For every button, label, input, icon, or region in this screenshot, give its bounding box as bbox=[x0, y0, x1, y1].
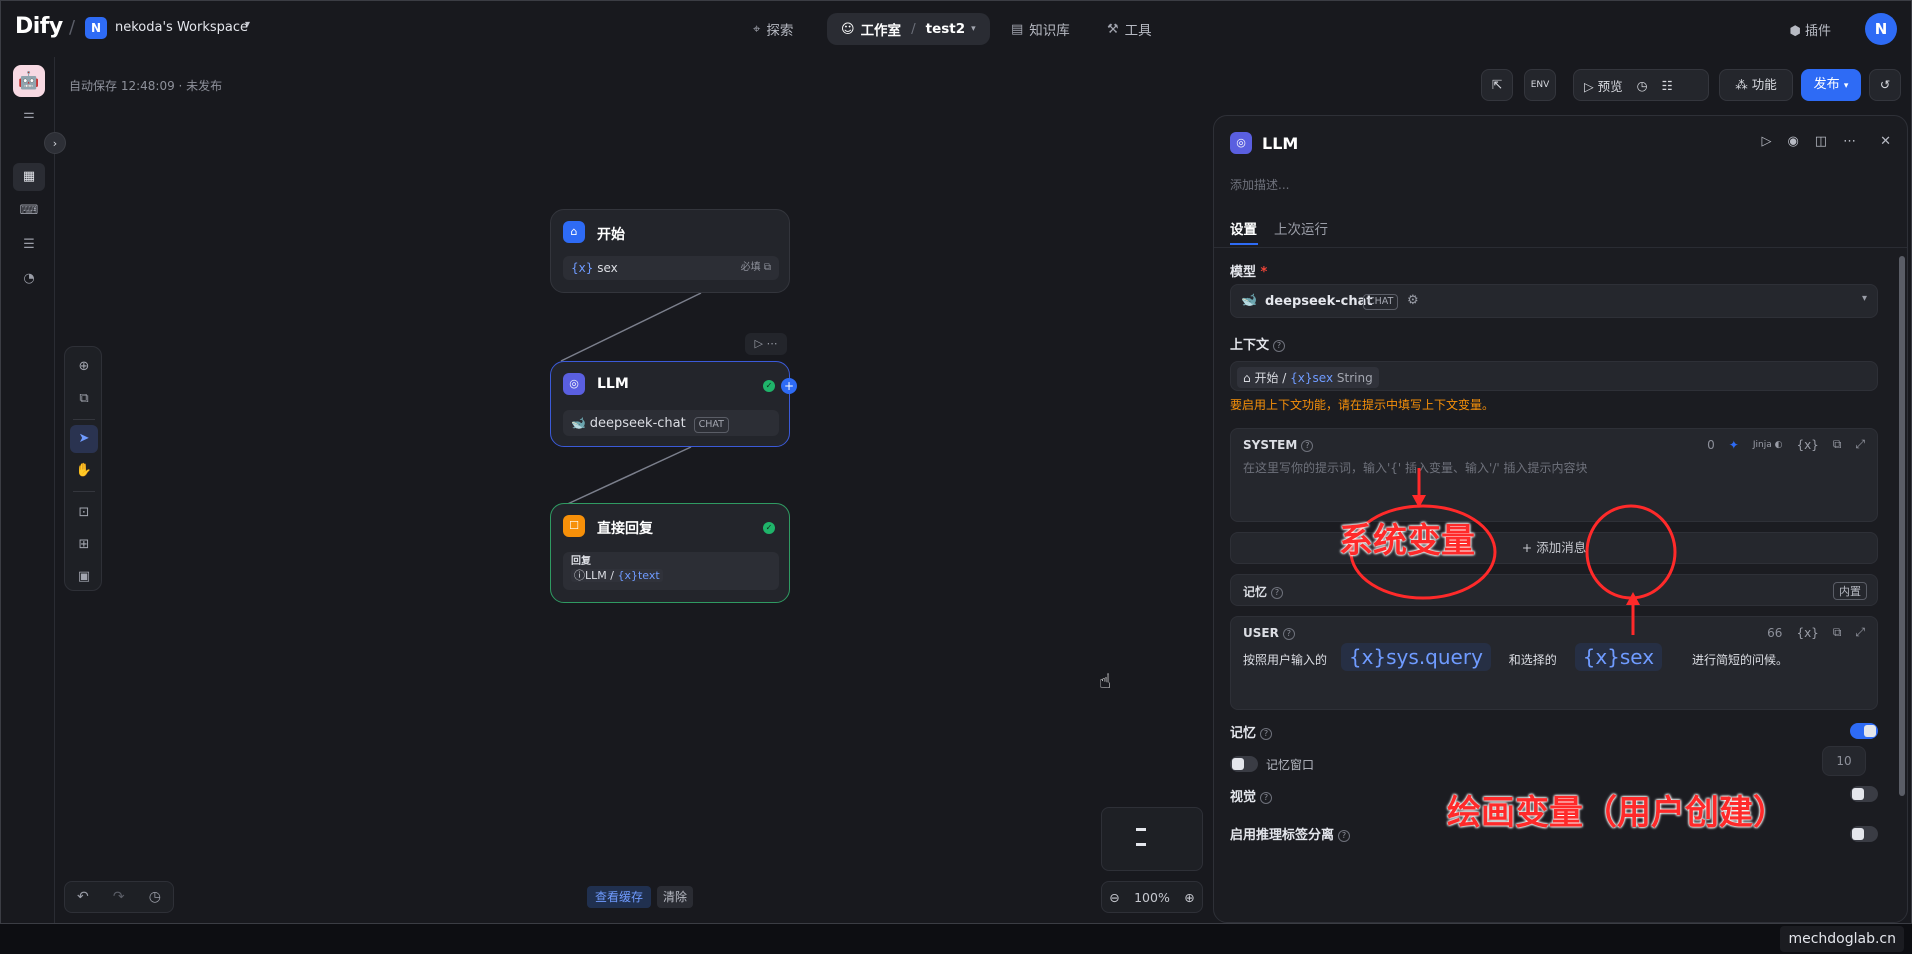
node-connectors bbox=[560, 292, 702, 508]
reply-content: 回复 ⓘLLM / {x}text bbox=[563, 552, 779, 590]
add-next-node-icon[interactable]: + bbox=[781, 378, 797, 394]
reply-node[interactable]: ☐ 直接回复 ✓ 回复 ⓘLLM / {x}text bbox=[550, 503, 790, 603]
undo-redo-group: ↶ ↷ ◷ bbox=[64, 881, 174, 913]
llm-model-tag: CHAT bbox=[693, 417, 729, 433]
features-icon: ⁂ bbox=[1735, 77, 1748, 92]
edge-llm-reply bbox=[560, 446, 692, 508]
undo-icon[interactable]: ↶ bbox=[77, 889, 89, 905]
publish-button[interactable]: 发布 ▾ bbox=[1801, 69, 1861, 101]
view-cache-button[interactable]: 查看缓存 bbox=[587, 886, 652, 908]
env-icon[interactable]: ENV bbox=[1524, 69, 1556, 101]
cube-icon: ⬢ bbox=[1789, 24, 1801, 39]
checklist-icon[interactable]: ☷ bbox=[1662, 78, 1673, 93]
llm-icon: ◎ bbox=[563, 373, 585, 395]
clear-button[interactable]: 清除 bbox=[657, 886, 694, 908]
home-icon: ⌂ bbox=[563, 221, 585, 243]
zoom-controls: ⊖ 100% ⊕ bbox=[1101, 881, 1203, 913]
user-avatar[interactable]: N bbox=[1865, 13, 1897, 45]
reply-src: LLM bbox=[585, 569, 607, 582]
start-node-title: 开始 bbox=[597, 227, 625, 243]
required-badge: 必填 ⧉ bbox=[740, 262, 771, 273]
node-quick-actions[interactable]: ▷ ⋯ bbox=[745, 333, 787, 355]
share-icon[interactable]: ⇱ bbox=[1481, 69, 1513, 101]
preview-button[interactable]: ▷ 预览 bbox=[1584, 76, 1623, 95]
features-button[interactable]: ⁂ 功能 bbox=[1719, 69, 1793, 101]
start-var-row[interactable]: {x} sex 必填 ⧉ bbox=[563, 256, 779, 280]
preview-group: ▷ 预览 ◷ ☷ bbox=[1573, 69, 1709, 101]
publish-label: 发布 bbox=[1813, 77, 1840, 92]
variable-icon: {x} bbox=[571, 261, 594, 275]
llm-model-row: 🐋 deepseek-chat CHAT bbox=[563, 410, 779, 436]
reply-var-ref: ⓘLLM / {x}text bbox=[571, 569, 779, 583]
chevron-down-icon: ▾ bbox=[1843, 81, 1849, 91]
minimap[interactable] bbox=[1101, 807, 1203, 871]
features-label: 功能 bbox=[1751, 77, 1777, 92]
success-check-icon: ✓ bbox=[763, 522, 775, 534]
start-node[interactable]: ⌂ 开始 {x} sex 必填 ⧉ bbox=[550, 209, 790, 293]
reply-icon: ☐ bbox=[563, 515, 585, 537]
redo-icon[interactable]: ↷ bbox=[113, 889, 125, 905]
plugins-button[interactable]: ⬢ 插件 bbox=[1789, 20, 1831, 39]
llm-model-name: deepseek-chat bbox=[589, 416, 686, 431]
version-history-icon[interactable]: ↺ bbox=[1869, 69, 1901, 101]
mouse-cursor-icon: ☝ bbox=[1099, 669, 1112, 693]
edge-start-llm bbox=[560, 292, 702, 362]
llm-node-title: LLM bbox=[597, 376, 629, 392]
zoom-out-icon[interactable]: ⊖ bbox=[1109, 890, 1119, 905]
start-var-name: sex bbox=[597, 261, 618, 275]
required-label: 必填 bbox=[740, 262, 761, 273]
annotation-circle-sex bbox=[1585, 504, 1677, 600]
preview-label: 预览 bbox=[1597, 78, 1623, 94]
history-icon[interactable]: ◷ bbox=[149, 889, 161, 905]
watermark: mechdoglab.cn bbox=[1780, 926, 1904, 952]
llm-node[interactable]: ◎ LLM ✓ + 🐋 deepseek-chat CHAT bbox=[550, 361, 797, 447]
app-window: Dify / N nekoda's Workspace ▾ ⌖ 探索 ☺ 工作室… bbox=[0, 0, 1912, 924]
deepseek-icon: 🐋 bbox=[571, 416, 586, 430]
reply-var: text bbox=[637, 569, 660, 582]
plugins-label: 插件 bbox=[1804, 24, 1831, 39]
zoom-in-icon[interactable]: ⊕ bbox=[1184, 890, 1194, 905]
history-check-icon[interactable]: ◷ bbox=[1637, 78, 1648, 93]
annotation-system-var: 系统变量 bbox=[1339, 521, 1475, 561]
minimap-nodes bbox=[1136, 828, 1146, 846]
reply-node-title: 直接回复 bbox=[597, 521, 653, 537]
success-check-icon: ✓ bbox=[763, 380, 775, 392]
zoom-level[interactable]: 100% bbox=[1134, 890, 1170, 905]
reply-label: 回复 bbox=[571, 556, 591, 567]
annotation-user-var: 绘画变量（用户创建） bbox=[1447, 793, 1787, 833]
